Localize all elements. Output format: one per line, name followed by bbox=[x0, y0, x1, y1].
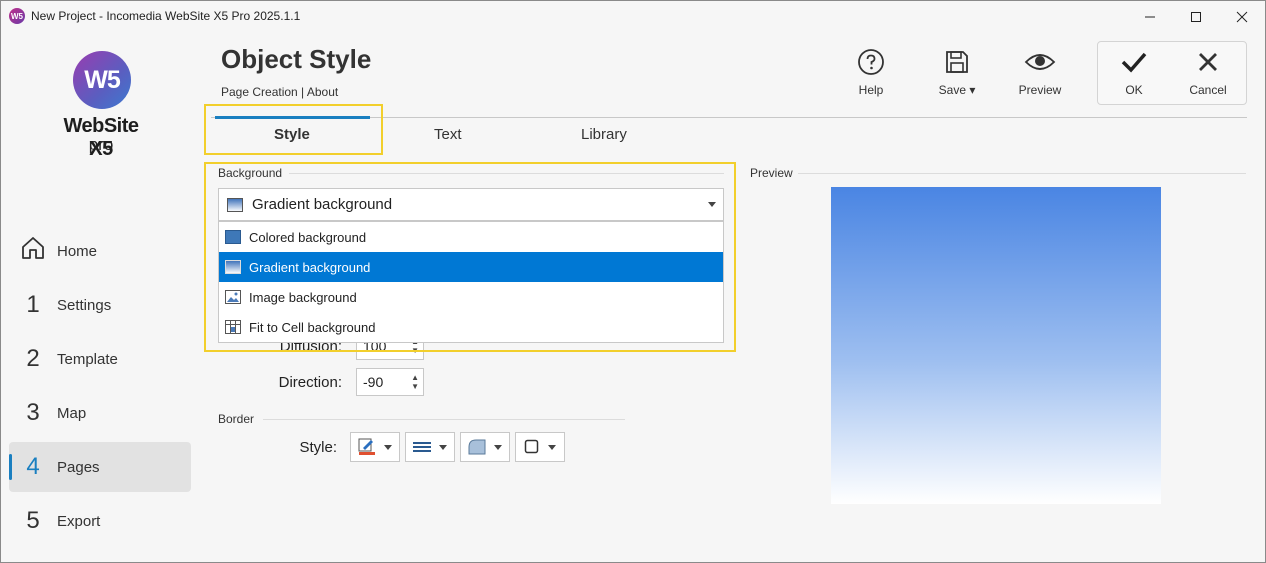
eye-icon bbox=[1024, 47, 1056, 77]
ok-button[interactable]: OK bbox=[1099, 47, 1169, 103]
preview-button[interactable]: Preview bbox=[1005, 47, 1075, 103]
title-bar: W5 New Project - Incomedia WebSite X5 Pr… bbox=[1, 1, 1265, 32]
close-icon bbox=[1236, 11, 1248, 22]
cancel-x-icon bbox=[1196, 47, 1220, 77]
direction-stepper[interactable]: -90 ▲ ▼ bbox=[356, 368, 424, 396]
gradient-preview bbox=[831, 187, 1161, 504]
minimize-icon bbox=[1145, 16, 1155, 17]
step-number: 2 bbox=[26, 345, 40, 372]
divider bbox=[798, 173, 1246, 174]
maximize-button[interactable] bbox=[1173, 1, 1219, 32]
highlight-background-section bbox=[204, 162, 736, 352]
step-number: 3 bbox=[26, 399, 40, 426]
border-width-button[interactable] bbox=[405, 432, 455, 462]
preview-label: Preview bbox=[1018, 83, 1062, 97]
direction-label: Direction: bbox=[278, 374, 342, 391]
help-button[interactable]: Help bbox=[836, 47, 906, 103]
logo: W5 WebSite X5 pro bbox=[51, 51, 151, 161]
chevron-down-icon bbox=[439, 444, 447, 450]
cancel-button[interactable]: Cancel bbox=[1173, 47, 1243, 103]
save-label: Save ▾ bbox=[938, 83, 976, 97]
sidebar-item-export[interactable]: 5 Export bbox=[9, 496, 191, 546]
app-window: W5 New Project - Incomedia WebSite X5 Pr… bbox=[0, 0, 1266, 563]
border-section-label: Border bbox=[218, 412, 255, 426]
preview-section-label: Preview bbox=[750, 166, 793, 180]
sidebar-item-settings[interactable]: 1 Settings bbox=[9, 280, 191, 330]
sidebar-item-template[interactable]: 2 Template bbox=[9, 334, 191, 384]
page-title: Object Style bbox=[221, 44, 372, 74]
spin-arrows-icon[interactable]: ▲▼ bbox=[411, 373, 419, 391]
close-window-button[interactable] bbox=[1219, 1, 1265, 32]
chevron-down-icon bbox=[548, 444, 556, 450]
border-color-button[interactable] bbox=[350, 432, 400, 462]
ok-label: OK bbox=[1125, 83, 1143, 97]
highlight-style-tab bbox=[204, 104, 383, 155]
sidebar-item-map[interactable]: 3 Map bbox=[9, 388, 191, 438]
pen-color-icon bbox=[358, 438, 375, 455]
sidebar-item-label: Export bbox=[57, 512, 101, 530]
tab-library[interactable]: Library bbox=[581, 126, 627, 143]
save-button[interactable]: Save ▾ bbox=[922, 47, 992, 103]
corner-radius-icon bbox=[468, 439, 486, 455]
sidebar-item-label: Map bbox=[57, 404, 87, 422]
corner-radius-button[interactable] bbox=[460, 432, 510, 462]
square-outline-icon bbox=[524, 439, 539, 454]
chevron-down-icon bbox=[384, 444, 392, 450]
divider bbox=[263, 419, 625, 420]
home-icon bbox=[9, 235, 57, 268]
check-icon bbox=[1120, 47, 1148, 77]
line-weight-icon bbox=[413, 442, 431, 452]
cancel-label: Cancel bbox=[1189, 83, 1227, 97]
breadcrumb: Page Creation | About bbox=[221, 85, 339, 99]
help-label: Help bbox=[858, 83, 884, 97]
sidebar-nav: Home 1 Settings 2 Template 3 Map 4 Pages… bbox=[9, 226, 191, 550]
step-number: 5 bbox=[26, 507, 40, 534]
sidebar-item-pages[interactable]: 4 Pages bbox=[9, 442, 191, 492]
step-number: 1 bbox=[26, 291, 40, 318]
sidebar-item-home[interactable]: Home bbox=[9, 226, 191, 276]
sidebar-item-label: Settings bbox=[57, 296, 112, 314]
tab-text[interactable]: Text bbox=[434, 126, 462, 143]
step-number: 4 bbox=[26, 453, 40, 480]
maximize-icon bbox=[1191, 11, 1201, 22]
help-icon bbox=[857, 47, 885, 77]
sidebar-item-label: Pages bbox=[57, 458, 100, 476]
border-shadow-button[interactable] bbox=[515, 432, 565, 462]
window-title: New Project - Incomedia WebSite X5 Pro 2… bbox=[31, 9, 301, 23]
logo-edition: pro bbox=[88, 135, 114, 154]
sidebar-item-label: Template bbox=[57, 350, 118, 368]
border-style-label: Style: bbox=[299, 439, 337, 456]
minimize-button[interactable] bbox=[1127, 1, 1173, 32]
chevron-down-icon bbox=[494, 444, 502, 450]
direction-value: -90 bbox=[363, 374, 384, 390]
app-icon: W5 bbox=[9, 8, 25, 24]
sidebar-item-label: Home bbox=[57, 242, 98, 260]
save-icon bbox=[944, 47, 970, 77]
logo-mark: W5 bbox=[73, 51, 131, 109]
